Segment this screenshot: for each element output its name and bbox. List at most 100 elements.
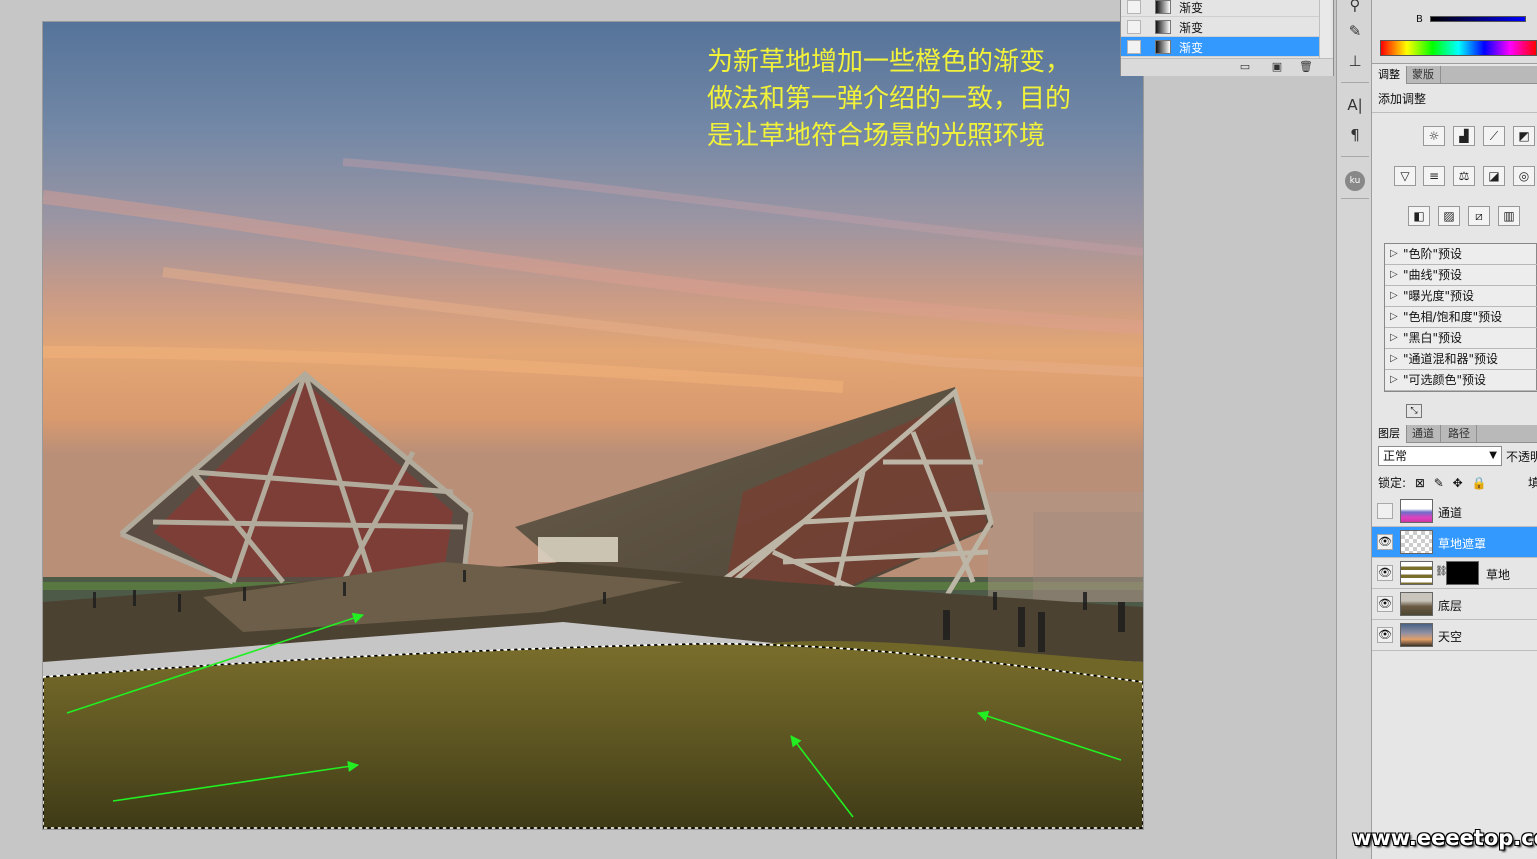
expand-triangle-icon: ▷ [1390,248,1398,259]
gradient-panel-footer: ▭ ▣ 🗑 [1121,58,1333,76]
brightness-icon[interactable]: ☼ [1423,126,1445,146]
gradient-thumbnail [1155,0,1171,14]
layer-name: 通道 [1438,506,1463,520]
annotation-line: 是让草地符合场景的光照环境 [707,121,1046,151]
lock-label: 锁定: [1378,476,1407,490]
eye-icon[interactable]: 👁 [1377,627,1393,643]
layer-name: 底层 [1438,599,1463,613]
b-channel-label: B [1416,14,1423,25]
kuler-icon[interactable]: ku [1343,167,1367,191]
preset-selective-color[interactable]: ▷ "可选颜色"预设 [1385,370,1537,391]
layer-row[interactable]: 👁 底层 [1372,589,1537,620]
chevron-down-icon: ▼ [1489,450,1497,461]
visibility-toggle[interactable] [1377,503,1393,519]
preset-curves[interactable]: ▷ "曲线"预设 [1385,265,1537,286]
brush-icon[interactable]: ✎ [1343,20,1367,42]
hue-saturation-icon[interactable]: ≡ [1423,166,1445,186]
watermark: www.eeeetop.com [1352,826,1537,850]
scrollbar[interactable] [1319,0,1331,58]
gradient-item-label: 渐变 [1179,1,1204,15]
vibrance-icon[interactable]: ▽ [1394,166,1416,186]
preset-black-white[interactable]: ▷ "黑白"预设 [1385,328,1537,349]
color-spectrum[interactable] [1380,40,1537,56]
preset-exposure[interactable]: ▷ "曝光度"预设 [1385,286,1537,307]
annotation-text: 为新草地增加一些橙色的渐变， 做法和第一弹介绍的一致，目的 是让草地符合场景的光… [707,44,1137,155]
layer-mask-thumbnail[interactable] [1446,561,1479,585]
new-item-icon[interactable]: ▣ [1271,61,1283,73]
layer-name: 草地 [1486,568,1511,582]
right-panels: B 调整 蒙版 添加调整 ☼ ▟ ⟋ ◩ ▽ ≡ ⚖ ◪ ◎ ◧ ▨ ⧄ ▥ ▷… [1372,0,1537,859]
preset-hue-saturation[interactable]: ▷ "色相/饱和度"预设 [1385,307,1537,328]
gradient-item-label: 渐变 [1179,21,1204,35]
tab-layers[interactable]: 图层 [1372,425,1407,443]
preset-label: "曲线"预设 [1403,268,1463,282]
black-white-icon[interactable]: ◪ [1483,166,1505,186]
document-canvas[interactable]: 为新草地增加一些橙色的渐变， 做法和第一弹介绍的一致，目的 是让草地符合场景的光… [43,22,1143,829]
expand-triangle-icon: ▷ [1390,290,1398,301]
invert-icon[interactable]: ◧ [1408,206,1430,226]
preset-label: "可选颜色"预设 [1403,373,1487,387]
preset-levels[interactable]: ▷ "色阶"预设 [1385,244,1537,265]
tool-strip: ⚲ ✎ ⊥ A| ¶ ku [1336,0,1372,859]
clip-to-layer-icon[interactable]: ⤡ [1406,404,1422,418]
visibility-toggle[interactable] [1127,0,1141,14]
layer-thumbnail [1400,530,1433,554]
eye-icon[interactable]: 👁 [1377,596,1393,612]
stamp-icon[interactable]: ⊥ [1343,50,1367,72]
levels-icon[interactable]: ▟ [1453,126,1475,146]
lock-pixels-icon[interactable]: ✎ [1434,476,1444,490]
preset-channel-mixer[interactable]: ▷ "通道混和器"预设 [1385,349,1537,370]
tab-masks[interactable]: 蒙版 [1406,66,1441,84]
b-channel-slider[interactable] [1430,16,1526,22]
lock-position-icon[interactable]: ✥ [1453,476,1463,490]
lock-all-icon[interactable]: 🔒 [1472,476,1487,490]
tab-channels[interactable]: 通道 [1406,425,1441,443]
expand-triangle-icon: ▷ [1390,269,1398,280]
gradient-item-selected[interactable]: 渐变 [1121,37,1319,57]
history-brush-icon[interactable]: ⚲ [1343,0,1367,16]
tab-adjustments[interactable]: 调整 [1372,66,1407,84]
character-tool-icon[interactable]: A| [1343,94,1367,116]
gradient-thumbnail [1155,40,1171,54]
annotation-line: 做法和第一弹介绍的一致，目的 [707,84,1072,114]
layer-row[interactable]: 通道 [1372,496,1537,527]
blend-mode-value: 正常 [1383,449,1408,463]
gradient-map-icon[interactable]: ▥ [1498,206,1520,226]
opacity-label: 不透明 [1506,450,1537,464]
visibility-toggle[interactable] [1127,20,1141,34]
threshold-icon[interactable]: ⧄ [1468,206,1490,226]
lock-transparency-icon[interactable]: ⊠ [1415,476,1425,490]
eye-icon[interactable]: 👁 [1377,534,1393,550]
expand-triangle-icon: ▷ [1390,353,1398,364]
paragraph-tool-icon[interactable]: ¶ [1343,124,1367,146]
exposure-icon[interactable]: ◩ [1513,126,1535,146]
posterize-icon[interactable]: ▨ [1438,206,1460,226]
visibility-toggle[interactable] [1127,40,1141,54]
blend-mode-select[interactable]: 正常 ▼ [1378,446,1502,466]
color-balance-icon[interactable]: ⚖ [1453,166,1475,186]
layer-thumbnail [1400,623,1433,647]
kuler-label: ku [1345,171,1365,191]
curves-icon[interactable]: ⟋ [1483,126,1505,146]
trash-icon[interactable]: 🗑 [1299,61,1313,73]
new-folder-icon[interactable]: ▭ [1239,61,1251,73]
preset-label: "色相/饱和度"预设 [1403,310,1503,324]
layer-row-selected[interactable]: 👁 草地遮罩 [1372,527,1537,558]
adjustments-tabbar: 调整 蒙版 [1372,66,1537,84]
expand-triangle-icon: ▷ [1390,332,1398,343]
tab-paths[interactable]: 路径 [1442,425,1477,443]
photo-filter-icon[interactable]: ◎ [1513,166,1535,186]
adjustment-presets-list: ▷ "色阶"预设 ▷ "曲线"预设 ▷ "曝光度"预设 ▷ "色相/饱和度"预设 ▷ "黑… [1384,243,1537,392]
gradient-item[interactable]: 渐变 [1121,17,1319,37]
layer-row[interactable]: 👁 天空 [1372,620,1537,651]
eye-icon[interactable]: 👁 [1377,565,1393,581]
expand-triangle-icon: ▷ [1390,311,1398,322]
preset-label: "色阶"预设 [1403,247,1463,261]
lock-row: 锁定: ⊠ ✎ ✥ 🔒 [1378,474,1492,492]
arrow-1 [66,612,365,714]
layer-thumbnail [1400,592,1433,616]
layer-row[interactable]: 👁 ⛓ 草地 [1372,558,1537,589]
gradient-item[interactable]: 渐变 [1121,0,1319,17]
gradient-item-label: 渐变 [1179,41,1204,55]
color-panel: B [1372,0,1537,64]
